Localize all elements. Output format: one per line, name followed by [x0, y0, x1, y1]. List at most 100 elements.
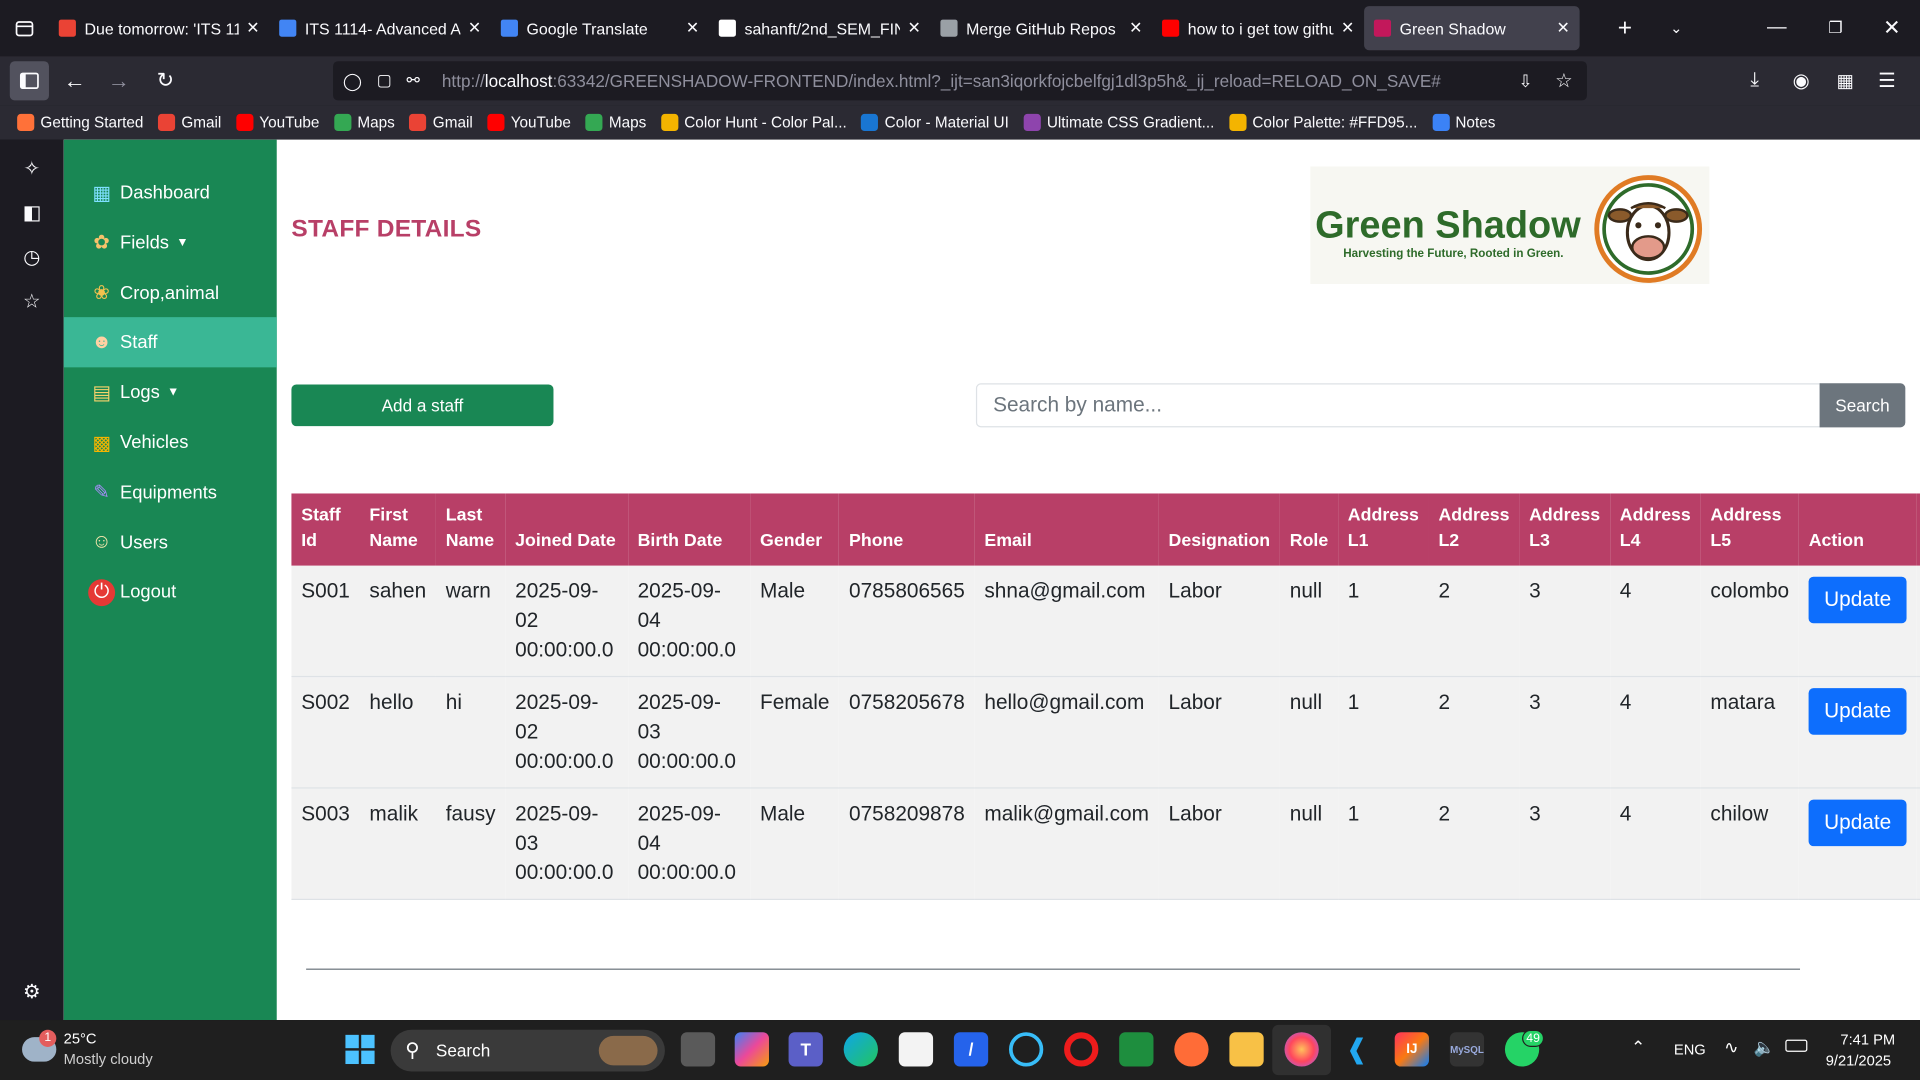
browser-tab[interactable]: Merge GitHub Repos ✕ [931, 6, 1153, 50]
bookmark-item[interactable]: Gmail [409, 113, 473, 132]
bookmark-item[interactable]: YouTube [487, 113, 571, 132]
task-view-icon[interactable] [680, 1032, 716, 1067]
update-button[interactable]: Update [1808, 799, 1907, 847]
taskbar-search[interactable]: ⚲ Search [390, 1029, 665, 1072]
tab-overflow-chevron-icon[interactable]: ⌄ [1663, 15, 1690, 42]
sidebar-item-dashboard[interactable]: ▦ Dashboard [64, 168, 277, 218]
close-window-button[interactable]: ✕ [1878, 15, 1905, 42]
save-to-device-icon[interactable]: ⇩ [1518, 70, 1532, 91]
tool-icon: ✎ [93, 482, 110, 504]
tab-close-icon[interactable]: ✕ [686, 18, 699, 38]
sidebar-item-fields[interactable]: ✿ Fields ▼ [64, 218, 277, 268]
sidebar-item-equipments[interactable]: ✎ Equipments [64, 468, 277, 518]
column-header: Address L3 [1529, 505, 1601, 552]
sidebar-toggle-button[interactable] [9, 61, 49, 101]
browser-tab[interactable]: Google Translate ✕ [491, 6, 709, 50]
show-hidden-icons-chevron-icon[interactable]: ⌃ [1631, 1037, 1645, 1058]
tab-close-icon[interactable]: ✕ [907, 18, 920, 38]
sidebar-item-label: Fields [120, 232, 170, 254]
wifi-icon[interactable]: ∿ [1724, 1037, 1738, 1058]
browser-tab[interactable]: sahanft/2nd_SEM_FIN/ ✕ [709, 6, 931, 50]
editor-icon[interactable]: / [953, 1032, 989, 1067]
classroom-icon[interactable] [1119, 1032, 1154, 1067]
volume-icon[interactable]: 🔈 [1753, 1037, 1774, 1058]
table-cell: S001 [291, 565, 360, 678]
extensions-icon[interactable]: ▦ [1832, 67, 1859, 94]
field-icon: ✿ [93, 233, 110, 254]
store-icon[interactable] [898, 1032, 934, 1067]
add-staff-button[interactable]: Add a staff [291, 384, 554, 427]
mysql-workbench-icon[interactable]: MySQL [1449, 1032, 1485, 1067]
forward-button[interactable]: → [105, 67, 132, 94]
file-explorer-icon[interactable] [1229, 1032, 1264, 1067]
sidebar-item-vehicles[interactable]: ▩ Vehicles [64, 418, 277, 468]
tab-close-icon[interactable]: ✕ [1341, 18, 1354, 38]
browser-tab[interactable]: ITS 1114- Advanced AI ✕ [269, 6, 491, 50]
teams-icon[interactable]: T [788, 1032, 823, 1067]
sidebar-item-staff[interactable]: ☻ Staff [63, 317, 277, 368]
bookmark-star-icon[interactable]: ☆ [1555, 69, 1573, 93]
ai-chat-icon[interactable]: ✧ [20, 157, 44, 181]
tab-list-button[interactable] [0, 0, 49, 56]
synced-tabs-icon[interactable]: ◧ [20, 201, 44, 225]
alexa-icon[interactable] [1008, 1032, 1044, 1067]
tab-close-icon[interactable]: ✕ [1129, 18, 1142, 38]
bookmarks-icon[interactable]: ☆ [20, 289, 44, 313]
update-button[interactable]: Update [1808, 576, 1907, 624]
search-button[interactable]: Search [1819, 383, 1906, 428]
bookmark-item[interactable]: Maps [334, 113, 395, 132]
history-icon[interactable]: ◷ [20, 245, 44, 269]
browser-tab[interactable]: how to i get tow githu ✕ [1152, 6, 1364, 50]
action-cell: D [1916, 676, 1920, 789]
copilot-icon[interactable] [734, 1032, 769, 1067]
search-input[interactable]: Search by name... [975, 383, 1821, 428]
truck-icon: ▩ [92, 432, 111, 454]
bookmark-item[interactable]: YouTube [236, 113, 319, 132]
opera-icon[interactable] [1064, 1032, 1099, 1067]
bookmark-item[interactable]: Maps [585, 113, 646, 132]
settings-gear-icon[interactable]: ⚙ [20, 980, 44, 1004]
bookmark-item[interactable]: Notes [1432, 113, 1495, 132]
restore-button[interactable]: ❐ [1822, 15, 1849, 42]
vscode-icon[interactable]: ❰ [1340, 1032, 1374, 1066]
column-header: Gender [760, 531, 823, 552]
update-button[interactable]: Update [1808, 688, 1907, 735]
new-tab-button[interactable]: + [1611, 14, 1638, 42]
bookmark-item[interactable]: Color Palette: #FFD95... [1229, 113, 1417, 132]
sidebar-item-crop-animal[interactable]: ❀ Crop,animal [64, 268, 277, 318]
minimize-button[interactable]: — [1763, 15, 1790, 42]
bookmark-item[interactable]: Color - Material UI [861, 113, 1009, 132]
weather-widget[interactable]: 1 25°C Mostly cloudy [20, 1029, 179, 1072]
bookmark-item[interactable]: Color Hunt - Color Pal... [660, 113, 847, 132]
start-button[interactable] [345, 1034, 375, 1065]
postman-icon[interactable] [1174, 1032, 1209, 1067]
sidebar-item-logout[interactable]: ⏻ Logout [64, 567, 277, 617]
clock-date[interactable]: 9/21/2025 [1826, 1052, 1891, 1069]
reload-button[interactable]: ↻ [152, 67, 179, 94]
intellij-icon[interactable]: IJ [1394, 1032, 1429, 1067]
tab-close-icon[interactable]: ✕ [1556, 18, 1569, 38]
url-bar[interactable]: ◯ ▢ ⚯ http://localhost:63342/GREENSHADOW… [333, 61, 1587, 101]
bookmark-item[interactable]: Getting Started [17, 113, 143, 132]
back-button[interactable]: ← [61, 67, 88, 94]
tab-title: Green Shadow [1399, 18, 1506, 38]
tab-close-icon[interactable]: ✕ [246, 18, 259, 38]
bookmark-item[interactable]: Ultimate CSS Gradient... [1023, 113, 1214, 132]
sidebar-item-logs[interactable]: ▤ Logs ▼ [64, 368, 277, 418]
browser-tab[interactable]: Due tomorrow: 'ITS 11 ✕ [49, 6, 269, 50]
clock-time[interactable]: 7:41 PM [1840, 1031, 1895, 1048]
bookmark-favicon-icon [660, 113, 679, 132]
nav-bar: ← → ↻ ◯ ▢ ⚯ http://localhost:63342/GREEN… [0, 56, 1920, 106]
table-cell: null [1279, 676, 1339, 789]
tab-close-icon[interactable]: ✕ [468, 18, 481, 38]
edge-icon[interactable] [843, 1032, 878, 1067]
downloads-icon[interactable]: ⤓ [1741, 67, 1768, 94]
sidebar-item-users[interactable]: ☺ Users [64, 517, 277, 567]
language-indicator[interactable]: ENG [1674, 1041, 1706, 1058]
bookmark-item[interactable]: Gmail [158, 113, 221, 132]
tab-title: Merge GitHub Repos [966, 18, 1116, 38]
menu-icon[interactable]: ☰ [1873, 67, 1900, 94]
browser-tab[interactable]: Green Shadow ✕ [1364, 6, 1580, 51]
battery-icon[interactable] [1785, 1039, 1808, 1052]
account-icon[interactable]: ◉ [1788, 67, 1815, 94]
